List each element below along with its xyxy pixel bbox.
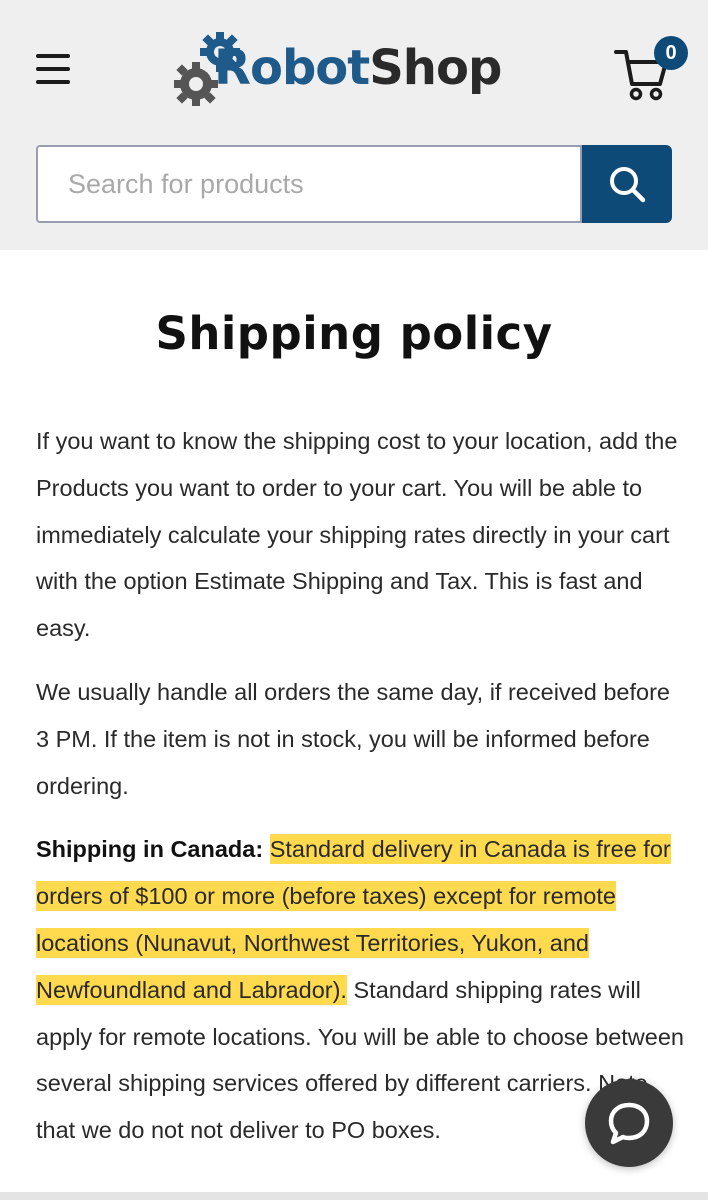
logo-word-robot: Robot [214,40,370,96]
search-input[interactable] [36,145,582,223]
shipping-canada-label: Shipping in Canada: [36,836,264,863]
robotshop-logo[interactable]: RobotShop [170,28,540,110]
cart-button[interactable]: 0 [612,36,692,101]
policy-content: If you want to know the shipping cost to… [36,418,686,1171]
search-button[interactable] [582,145,672,223]
search-icon [610,167,646,203]
page-title: Shipping policy [155,307,553,360]
logo-word-shop: Shop [369,40,502,96]
menu-icon[interactable] [34,52,74,86]
cart-count-badge: 0 [654,36,688,70]
paragraph-shipping-cost: If you want to know the shipping cost to… [36,428,678,642]
paragraph-order-handling: We usually handle all orders the same da… [36,678,670,799]
site-header: RobotShop 0 [0,0,708,250]
chat-button[interactable] [585,1079,673,1167]
chat-bubble-icon [608,1102,650,1145]
bottom-bar [0,1192,708,1200]
logo-wordmark: RobotShop [214,40,502,96]
